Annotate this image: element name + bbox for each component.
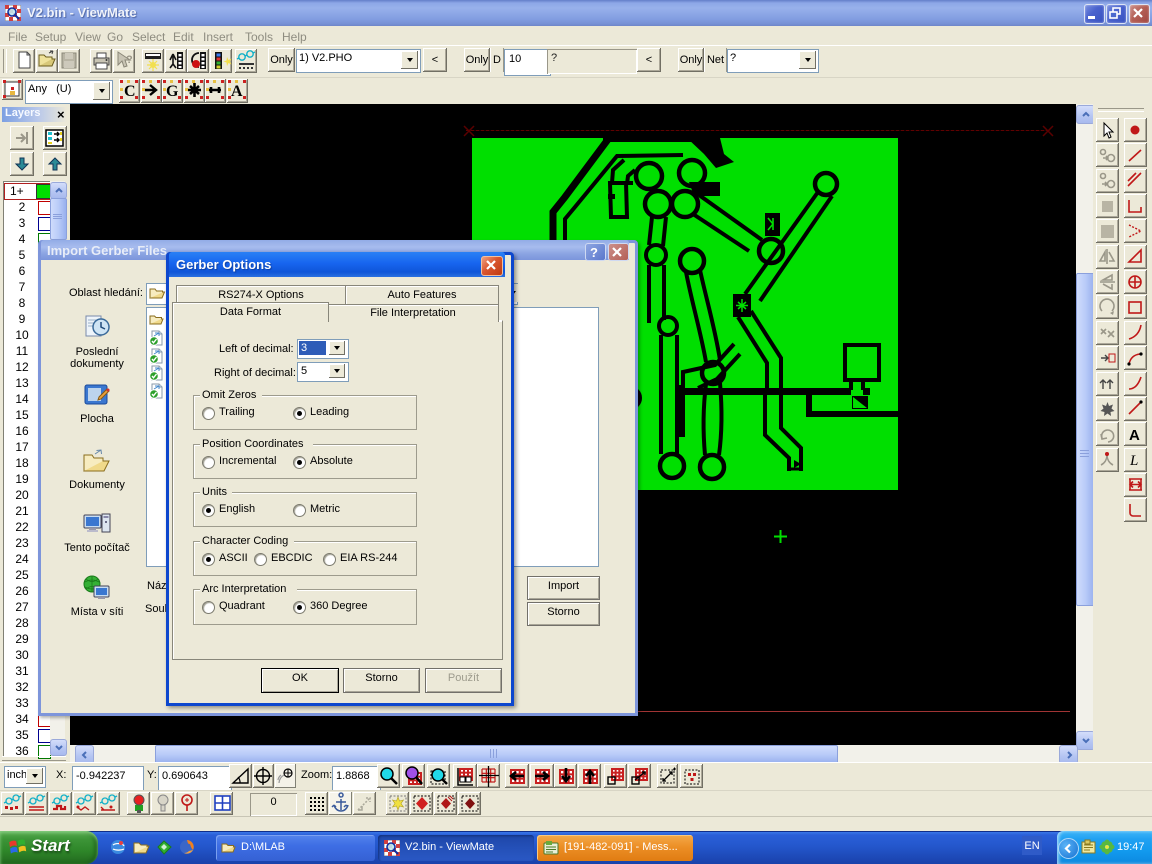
svg-text:?: ? (126, 54, 133, 66)
svg-text:?: ? (590, 245, 598, 260)
svg-text:L: L (1129, 453, 1138, 469)
svg-text:G: G (166, 83, 179, 100)
svg-text:A: A (231, 83, 243, 100)
svg-text:C: C (124, 83, 136, 100)
svg-text:A: A (1129, 427, 1140, 444)
